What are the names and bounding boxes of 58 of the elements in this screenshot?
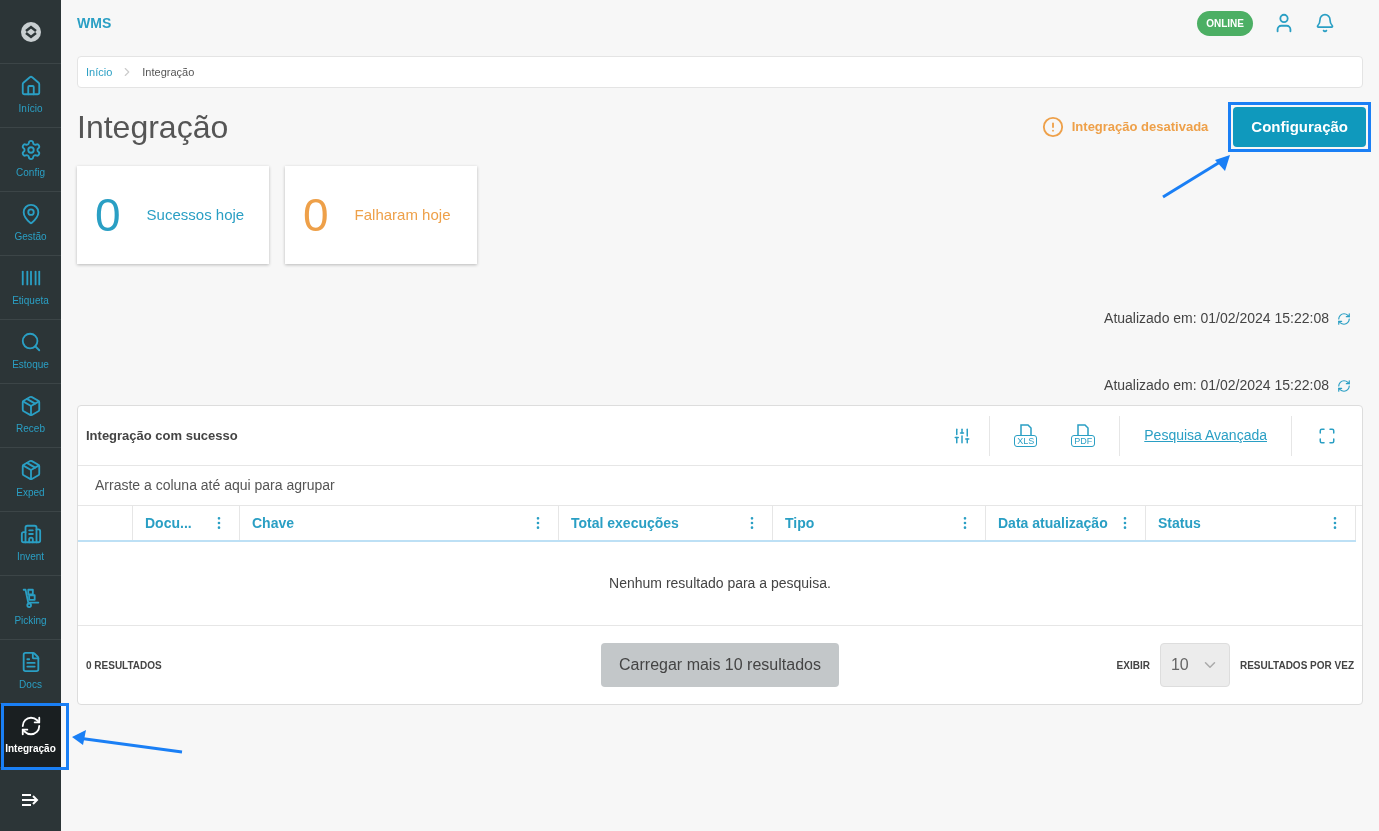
logo-icon — [18, 19, 43, 44]
online-status: ONLINE — [1197, 10, 1253, 36]
group-hint: Arraste a coluna até aqui para agrupar — [95, 476, 335, 495]
columns-settings-icon[interactable] — [953, 426, 972, 445]
box-icon — [19, 395, 42, 417]
refresh-icon[interactable] — [1337, 378, 1351, 393]
sidebar-item[interactable]: Docs — [0, 640, 61, 704]
updated-timestamp: Atualizado em: 01/02/2024 15:22:08 — [1104, 309, 1329, 328]
per-time-label: RESULTADOS POR VEZ — [1239, 658, 1354, 673]
expand-menu-icon[interactable] — [20, 791, 41, 808]
page-title: Integração — [77, 108, 229, 147]
app-name: WMS — [77, 13, 112, 33]
warning-icon — [1041, 116, 1064, 138]
box-icon — [19, 459, 42, 481]
refresh-icon[interactable] — [1337, 311, 1351, 326]
building-icon — [19, 523, 42, 545]
sidebar-item[interactable]: Config — [0, 128, 61, 192]
page-size-select[interactable]: 10 — [1159, 643, 1230, 687]
sidebar-item[interactable]: Etiqueta — [0, 256, 61, 320]
search-icon — [19, 331, 42, 353]
warning-text: Integração desativada — [1071, 118, 1209, 137]
sidebar-item[interactable]: Integração — [0, 704, 61, 768]
sync-icon — [19, 715, 42, 737]
column-header[interactable]: Status — [1146, 506, 1356, 540]
file-icon — [1076, 424, 1091, 435]
annotation-arrow — [1160, 152, 1232, 200]
table-title: Integração com sucesso — [86, 426, 238, 445]
breadcrumb-item: Integração — [142, 64, 195, 80]
load-more-button[interactable]: Carregar mais 10 resultados — [601, 643, 839, 687]
advanced-search-link[interactable]: Pesquisa Avançada — [1120, 425, 1291, 446]
column-header[interactable]: Data atualização — [986, 506, 1146, 540]
stat-label: Sucessos hoje — [146, 204, 245, 225]
breadcrumb-item[interactable]: Início — [86, 63, 113, 81]
sidebar-item[interactable]: Picking — [0, 576, 61, 640]
stat-label: Falharam hoje — [354, 204, 451, 225]
column-header[interactable]: Chave — [240, 506, 559, 540]
sidebar-item[interactable]: Estoque — [0, 320, 61, 384]
result-count: 0 RESULTADOS — [86, 658, 163, 673]
sidebar-item[interactable]: Invent — [0, 512, 61, 576]
empty-message: Nenhum resultado para a pesquisa. — [609, 574, 831, 593]
stat-value: 0 — [95, 187, 121, 243]
fullscreen-icon[interactable] — [1318, 426, 1336, 445]
sidebar-item[interactable]: Gestão — [0, 192, 61, 256]
highlight-frame — [1, 703, 69, 770]
home-icon — [19, 75, 42, 97]
settings-icon — [19, 139, 42, 161]
column-header[interactable]: Total execuções — [559, 506, 773, 540]
sidebar-item[interactable]: Receb — [0, 384, 61, 448]
updated-timestamp: Atualizado em: 01/02/2024 15:22:08 — [1104, 376, 1329, 395]
notification-icon[interactable] — [1315, 13, 1335, 33]
configuration-button[interactable]: Configuração — [1233, 107, 1366, 147]
sidebar-item[interactable]: Exped — [0, 448, 61, 512]
sidebar-item[interactable]: Início — [0, 64, 61, 128]
stat-value: 0 — [303, 187, 329, 243]
column-header[interactable]: Tipo — [773, 506, 986, 540]
file-icon — [1018, 424, 1033, 435]
column-header[interactable]: Docu... — [133, 506, 240, 540]
show-label: EXIBIR — [1116, 658, 1150, 673]
